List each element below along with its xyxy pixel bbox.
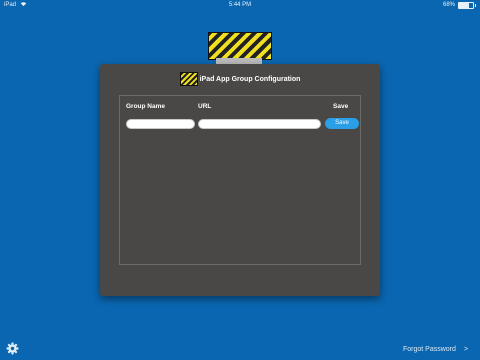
column-header-url: URL — [198, 103, 212, 110]
forgot-password-link[interactable]: Forgot Password — [403, 345, 456, 355]
status-bar: iPad 5:44 PM 68% — [0, 0, 480, 10]
dialog-header: iPad App Group Configuration — [100, 70, 380, 88]
hazard-stripe-icon — [179, 72, 198, 86]
save-button[interactable]: Save — [325, 118, 359, 129]
group-table: Group Name URL Save Save — [119, 95, 361, 265]
dialog-title: iPad App Group Configuration — [199, 75, 301, 83]
group-name-input[interactable] — [126, 119, 195, 129]
column-header-save: Save — [333, 103, 349, 110]
battery-icon — [458, 1, 476, 9]
group-configuration-dialog: iPad App Group Configuration Group Name … — [100, 64, 380, 296]
battery-fill — [459, 2, 469, 8]
app-logo-hazard-stripe — [208, 32, 272, 60]
battery-percent: 68% — [442, 2, 455, 8]
column-header-group-name: Group Name — [126, 103, 166, 110]
gear-icon[interactable] — [6, 342, 19, 355]
chevron-right-icon[interactable]: > — [464, 345, 468, 355]
status-time: 5:44 PM — [228, 2, 252, 8]
status-right: 68% — [442, 0, 476, 10]
url-input[interactable] — [198, 119, 321, 129]
